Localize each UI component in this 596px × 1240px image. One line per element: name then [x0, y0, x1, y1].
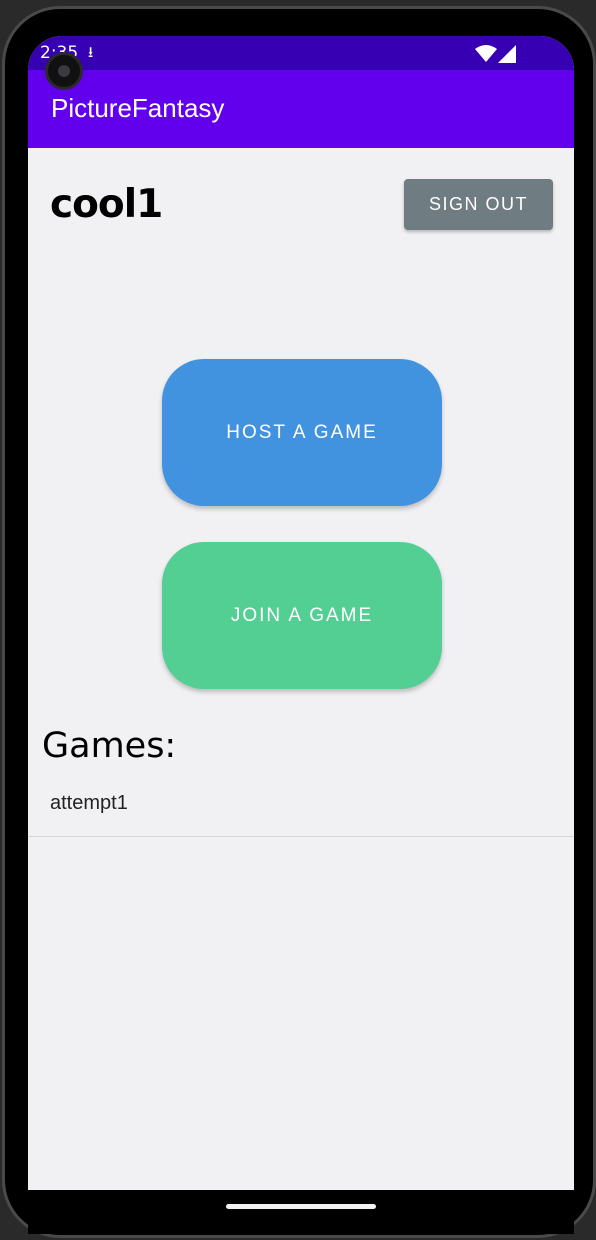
- username-label: cool1: [50, 182, 163, 227]
- download-notification-icon: ⭳: [88, 44, 94, 61]
- app-title: PictureFantasy: [51, 93, 225, 123]
- home-gesture-handle[interactable]: [226, 1204, 376, 1209]
- phone-device: 2:35 ⭳ PictureFantasy cool1 SIGN OUT HOS…: [0, 0, 596, 1240]
- navigation-bar: [28, 1190, 574, 1234]
- cell-signal-icon: [498, 45, 516, 63]
- front-camera: [45, 52, 83, 90]
- app-bar: PictureFantasy: [28, 70, 574, 148]
- join-game-button[interactable]: JOIN A GAME: [162, 542, 442, 689]
- status-bar: 2:35 ⭳: [28, 36, 574, 70]
- sign-out-button[interactable]: SIGN OUT: [404, 179, 553, 230]
- wifi-icon: [475, 45, 497, 62]
- list-item[interactable]: attempt1: [28, 774, 574, 837]
- host-game-button[interactable]: HOST A GAME: [162, 359, 442, 506]
- screen: 2:35 ⭳ PictureFantasy cool1 SIGN OUT HOS…: [28, 36, 574, 1230]
- game-list: attempt1: [28, 774, 574, 837]
- games-heading: Games:: [42, 726, 177, 766]
